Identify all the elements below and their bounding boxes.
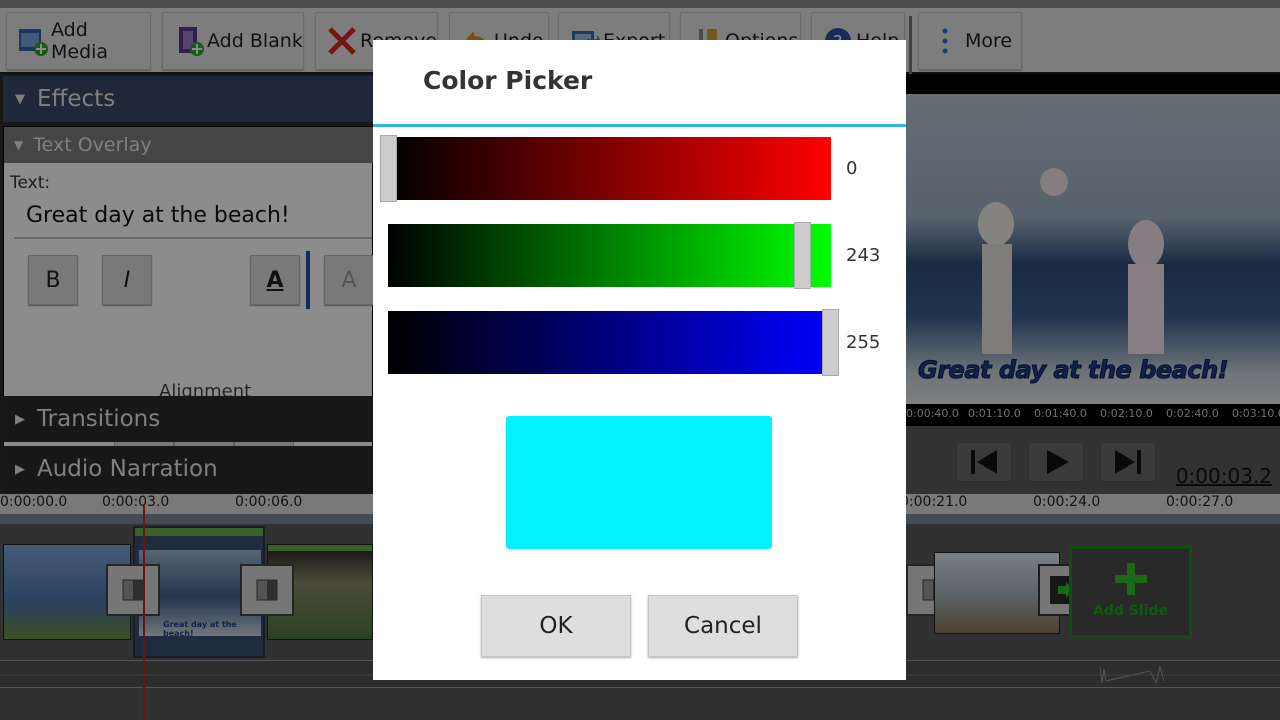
blue-slider-knob[interactable]	[822, 309, 839, 376]
red-slider-knob[interactable]	[380, 135, 397, 202]
ok-button[interactable]: OK	[481, 595, 631, 657]
blue-value: 255	[846, 332, 881, 353]
color-picker-dialog: Color Picker 0 243 255 OK Cancel	[373, 40, 906, 680]
green-slider[interactable]	[388, 222, 831, 289]
video-editor-app: Add Media Add Blank Remove Undo Export	[0, 0, 1280, 720]
ok-label: OK	[539, 613, 573, 639]
green-value: 243	[846, 245, 881, 266]
red-value: 0	[846, 158, 858, 179]
cancel-button[interactable]: Cancel	[648, 595, 798, 657]
red-slider[interactable]	[380, 135, 831, 202]
dialog-title: Color Picker	[423, 66, 593, 95]
green-slider-knob[interactable]	[793, 222, 811, 289]
cancel-label: Cancel	[684, 613, 762, 639]
title-divider	[373, 124, 906, 127]
color-preview-swatch	[506, 416, 772, 549]
blue-slider[interactable]	[388, 309, 839, 376]
